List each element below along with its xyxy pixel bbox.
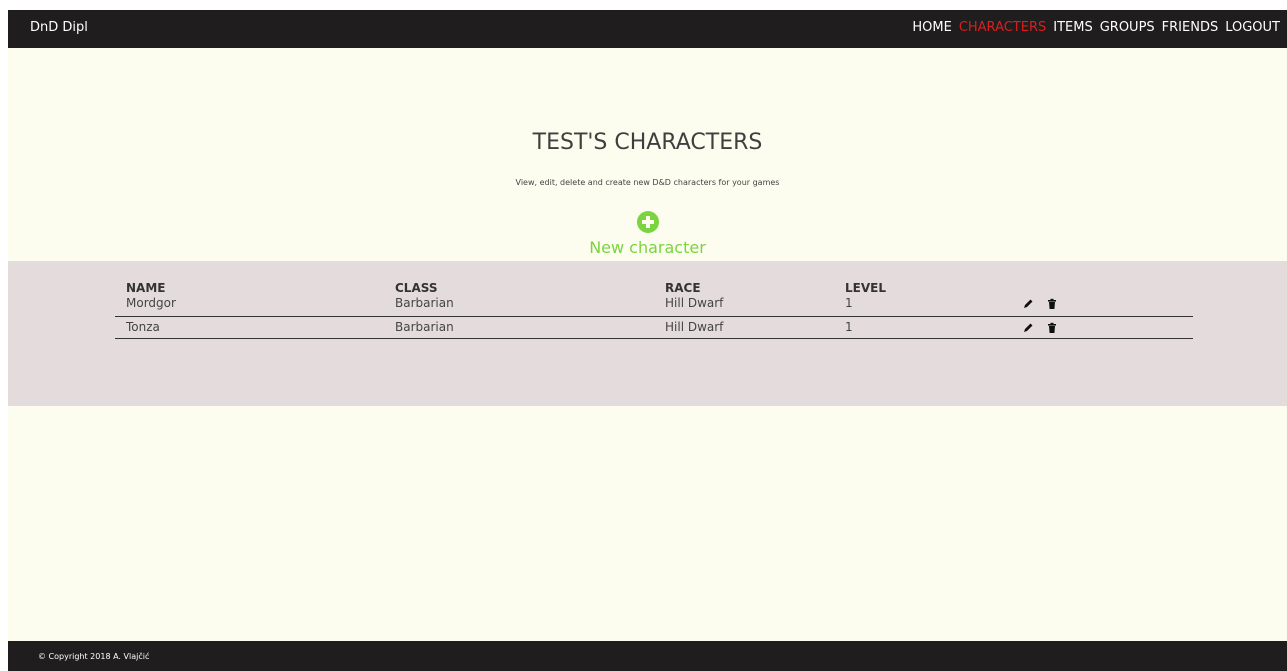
page-subtitle: View, edit, delete and create new D&D ch… (515, 178, 780, 187)
trash-icon[interactable] (1046, 322, 1058, 334)
cell-level: 1 (845, 320, 853, 334)
page-frame: DnD Dipl HOME CHARACTERS ITEMS GROUPS FR… (8, 10, 1287, 671)
cell-class: Barbarian (395, 320, 454, 334)
table-row: Tonza Barbarian Hill Dwarf 1 (115, 317, 1193, 339)
row-actions (1022, 322, 1058, 334)
nav-home[interactable]: HOME (912, 20, 951, 35)
pencil-icon[interactable] (1022, 298, 1034, 310)
nav-friends[interactable]: FRIENDS (1162, 20, 1219, 35)
nav-logout[interactable]: LOGOUT (1225, 20, 1280, 35)
plus-circle-icon[interactable] (636, 211, 659, 233)
nav-items[interactable]: ITEMS (1053, 20, 1092, 35)
trash-icon[interactable] (1046, 298, 1058, 310)
nav-characters[interactable]: CHARACTERS (959, 20, 1046, 35)
pencil-icon[interactable] (1022, 322, 1034, 334)
nav-groups[interactable]: GROUPS (1100, 20, 1155, 35)
characters-section: NAME CLASS RACE LEVEL Mordgor Barbarian … (8, 261, 1287, 406)
cell-level: 1 (845, 296, 853, 310)
brand-logo[interactable]: DnD Dipl (30, 20, 88, 35)
footer: © Copyright 2018 A. Vlajčić (8, 641, 1287, 671)
table-row: Mordgor Barbarian Hill Dwarf 1 (115, 293, 1193, 317)
nav-menu: HOME CHARACTERS ITEMS GROUPS FRIENDS LOG… (912, 20, 1287, 35)
row-actions (1022, 298, 1058, 310)
cell-name: Mordgor (126, 296, 176, 310)
characters-table: NAME CLASS RACE LEVEL Mordgor Barbarian … (115, 281, 1193, 339)
cell-name: Tonza (126, 320, 160, 334)
cell-class: Barbarian (395, 296, 454, 310)
navbar: DnD Dipl HOME CHARACTERS ITEMS GROUPS FR… (8, 10, 1287, 48)
copyright-text: © Copyright 2018 A. Vlajčić (38, 652, 150, 661)
page-title: TEST'S CHARACTERS (532, 130, 763, 155)
new-character-button[interactable]: New character (8, 211, 1287, 257)
cell-race: Hill Dwarf (665, 320, 724, 334)
new-character-label[interactable]: New character (8, 238, 1287, 257)
cell-race: Hill Dwarf (665, 296, 724, 310)
